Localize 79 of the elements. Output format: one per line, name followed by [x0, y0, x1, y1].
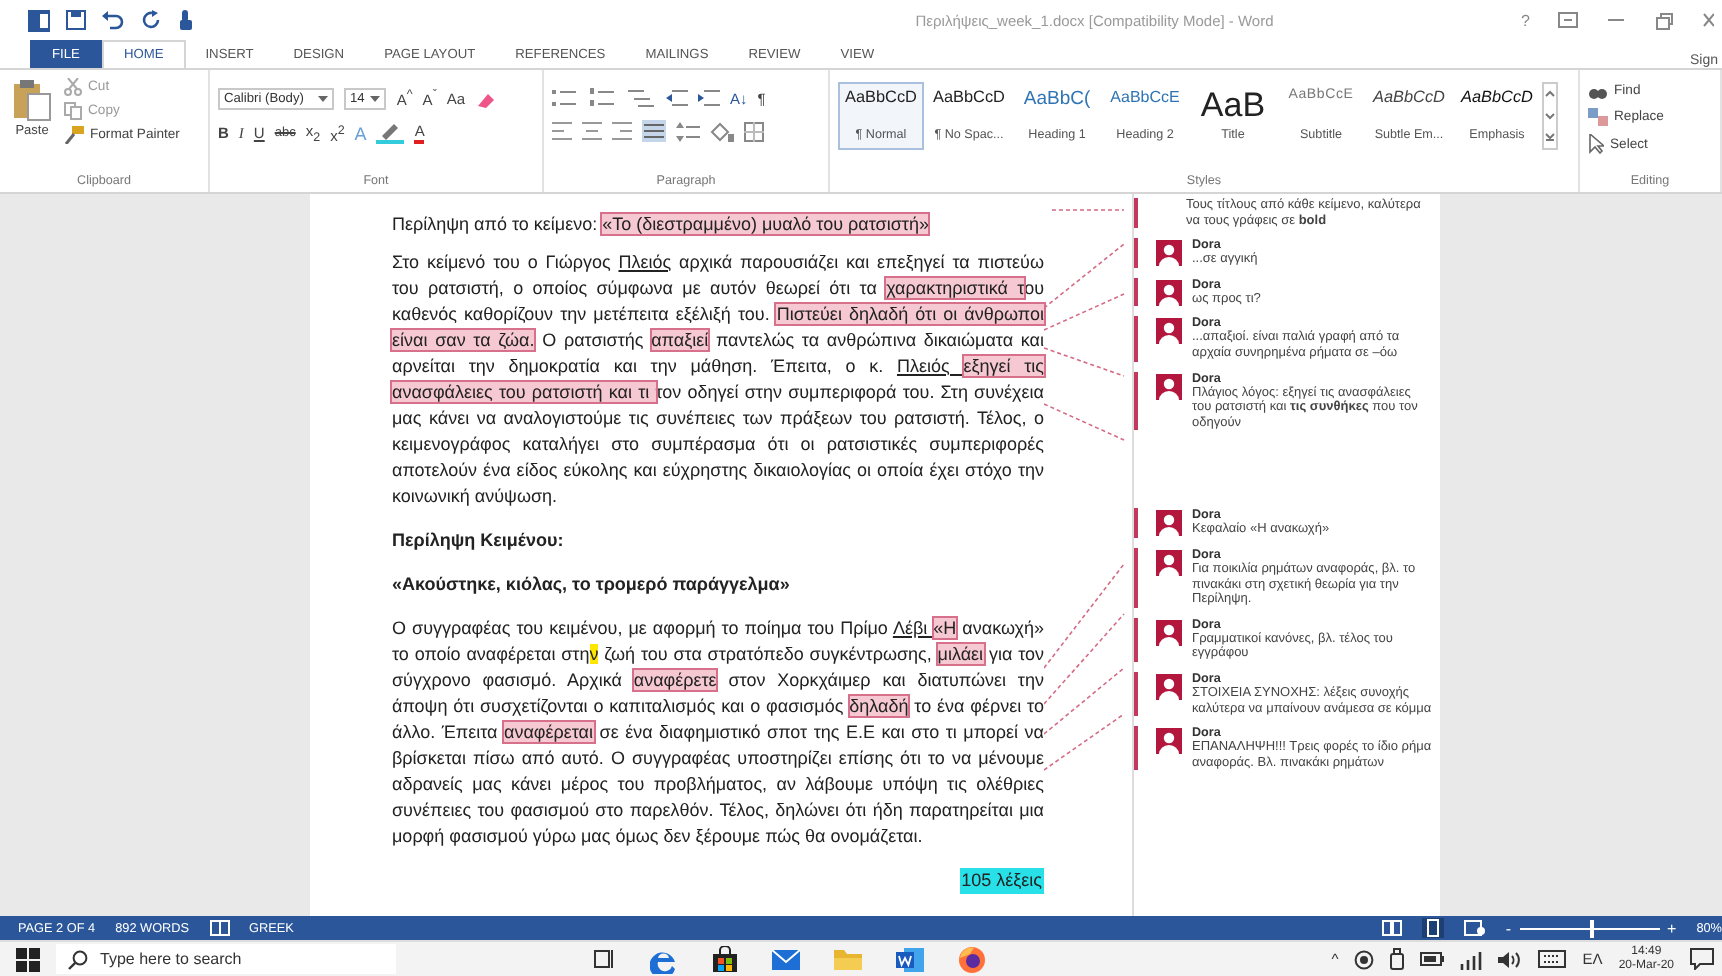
keyboard-icon[interactable] — [1538, 950, 1567, 968]
help-button[interactable]: ? — [1521, 11, 1530, 29]
usb-icon[interactable] — [1390, 948, 1405, 970]
firefox-icon[interactable] — [958, 945, 986, 973]
user-avatar-icon — [1156, 279, 1182, 306]
clipboard-icon — [12, 78, 52, 122]
user-avatar-icon — [1156, 549, 1182, 576]
user-avatar-icon — [1156, 318, 1182, 345]
leader-line — [1051, 209, 1125, 211]
style-preview: AaBbCcD — [1373, 88, 1445, 106]
zoom-in-button[interactable]: + — [1667, 919, 1677, 937]
leader-line — [1044, 403, 1125, 441]
style-preview: AaBbCcD — [933, 88, 1005, 106]
align-left-icon[interactable] — [552, 122, 572, 140]
replace-icon — [1588, 108, 1608, 126]
word-count: 105 λέξεις — [959, 868, 1044, 894]
volume-icon[interactable] — [1498, 949, 1523, 969]
read-mode-icon[interactable] — [1381, 920, 1402, 936]
windows-start-icon[interactable] — [16, 947, 40, 971]
word-icon[interactable] — [28, 9, 50, 31]
center-icon[interactable] — [582, 122, 602, 140]
zoom-thumb[interactable] — [1589, 919, 1594, 937]
heading: «Ακούστηκε, κιόλας, το τρομερό παράγγελμα» — [392, 572, 792, 598]
heading: Περίληψη Κειμένου: — [392, 528, 566, 554]
user-avatar-icon — [1156, 673, 1182, 700]
justify-icon[interactable] — [642, 120, 666, 142]
dropdown-arrow-icon[interactable] — [318, 96, 328, 102]
gallery-scroll-icon[interactable] — [1542, 82, 1558, 150]
leader-line — [1044, 713, 1125, 771]
record-icon[interactable] — [1354, 949, 1375, 969]
battery-icon[interactable] — [1420, 952, 1445, 966]
style-preview: AaBbCcD — [845, 88, 917, 106]
search-icon — [68, 950, 88, 970]
user-avatar-icon — [1156, 373, 1182, 400]
line-spacing-icon[interactable] — [676, 121, 700, 141]
summary-title: Περίληψη από το κείμενο: «Το (διεστραμμένο) μυαλό του ρατσιστή» — [392, 212, 931, 238]
highlighter-icon[interactable] — [376, 122, 405, 145]
leader-line — [1044, 347, 1125, 377]
shading-icon[interactable] — [710, 121, 734, 141]
scissors-icon — [64, 78, 82, 96]
task-view-icon[interactable] — [592, 948, 616, 970]
zoom-out-button[interactable]: - — [1505, 919, 1512, 937]
style-preview: AaBbCcD — [1461, 88, 1533, 106]
style-preview: AaBbC( — [1023, 88, 1091, 110]
dropdown-arrow-icon[interactable] — [370, 96, 381, 102]
style-preview: AaBbCcE — [1110, 88, 1180, 106]
word-app-icon[interactable] — [896, 945, 924, 973]
print-layout-icon[interactable] — [1421, 918, 1444, 938]
borders-icon[interactable] — [744, 121, 764, 141]
redo-icon[interactable] — [142, 10, 162, 30]
style-preview: AaB — [1200, 88, 1266, 122]
touch-mode-icon[interactable] — [178, 10, 194, 30]
multilevel-list-icon[interactable] — [628, 88, 656, 108]
user-avatar-icon — [1156, 510, 1182, 537]
restore-icon[interactable] — [1654, 11, 1674, 29]
increase-indent-icon[interactable] — [698, 88, 720, 108]
user-avatar-icon — [1156, 619, 1182, 646]
close-icon[interactable] — [1702, 12, 1714, 28]
search-field[interactable]: Type here to search — [56, 944, 396, 974]
cursor-icon — [1588, 134, 1604, 154]
user-avatar-icon — [1156, 728, 1182, 755]
undo-icon[interactable] — [102, 10, 126, 30]
bullets-icon[interactable] — [552, 88, 580, 108]
proofing-icon[interactable] — [209, 920, 230, 936]
decrease-indent-icon[interactable] — [666, 88, 688, 108]
mail-icon[interactable] — [772, 947, 800, 971]
ribbon-display-icon[interactable] — [1558, 12, 1578, 28]
leader-line — [1044, 613, 1125, 705]
copy-icon — [64, 102, 82, 120]
wifi-icon[interactable] — [1460, 949, 1483, 969]
clear-formatting-icon[interactable] — [475, 89, 496, 109]
notifications-icon[interactable] — [1690, 948, 1714, 970]
paintbrush-icon — [64, 126, 84, 144]
align-right-icon[interactable] — [612, 122, 632, 140]
save-icon[interactable] — [66, 10, 86, 30]
web-layout-icon[interactable] — [1463, 920, 1486, 936]
user-avatar-icon — [1156, 240, 1182, 267]
numbering-icon[interactable] — [590, 88, 618, 108]
shopping-bag-icon[interactable] — [712, 946, 738, 972]
